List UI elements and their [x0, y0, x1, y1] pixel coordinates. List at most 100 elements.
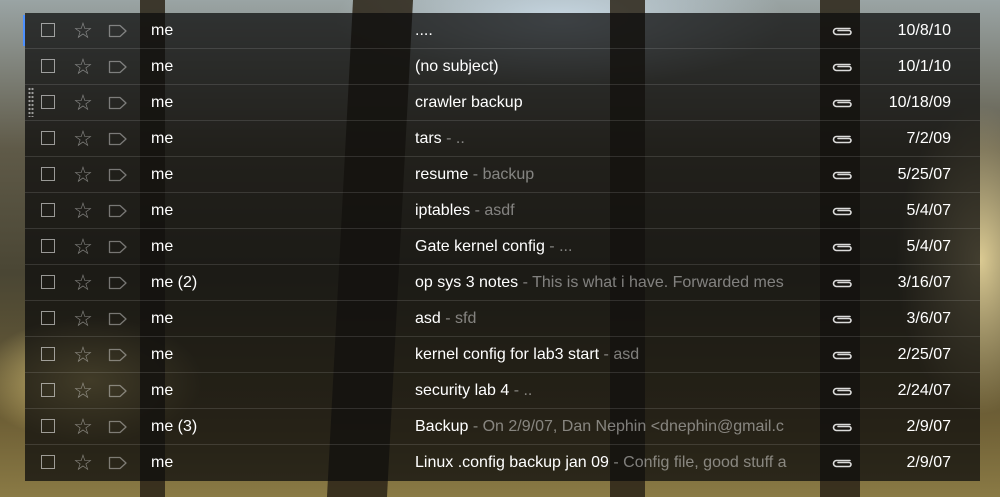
- label-tag-icon[interactable]: [108, 168, 128, 182]
- message-row[interactable]: ☆ me (3) Backup - On 2/9/07, Dan Nephin <d…: [25, 409, 980, 445]
- label-tag-icon[interactable]: [108, 96, 128, 110]
- checkbox-icon[interactable]: [41, 455, 55, 469]
- message-row[interactable]: ☆ me resume - backup 5/25/07: [25, 157, 980, 193]
- label-tag-icon[interactable]: [108, 384, 128, 398]
- star-icon[interactable]: ☆: [71, 199, 95, 223]
- message-date: 2/9/07: [906, 454, 951, 471]
- snippet-text: - asd: [599, 346, 640, 363]
- label-tag-icon[interactable]: [108, 204, 128, 218]
- sender-name: me: [151, 238, 174, 255]
- label-tag-icon[interactable]: [108, 348, 128, 362]
- paperclip-icon: [830, 455, 854, 471]
- subject-text: iptables: [415, 202, 471, 219]
- label-tag-icon[interactable]: [108, 24, 128, 38]
- paperclip-icon: [830, 239, 854, 255]
- snippet-text: - asdf: [470, 202, 515, 219]
- paperclip-icon: [830, 59, 854, 75]
- subject-text: ....: [415, 22, 433, 39]
- message-row[interactable]: ☆ me (2) op sys 3 notes - This is what i h…: [25, 265, 980, 301]
- subject-text: security lab 4: [415, 382, 510, 399]
- checkbox-icon[interactable]: [41, 347, 55, 361]
- star-icon[interactable]: ☆: [71, 307, 95, 331]
- star-icon[interactable]: ☆: [71, 379, 95, 403]
- paperclip-icon: [830, 203, 854, 219]
- checkbox-icon[interactable]: [41, 419, 55, 433]
- message-row[interactable]: ☆ me asd - sfd 3/6/07: [25, 301, 980, 337]
- message-row[interactable]: ☆ me kernel config for lab3 start - asd 2/2…: [25, 337, 980, 373]
- snippet-text: - Config file, good stuff a: [608, 454, 787, 471]
- checkbox-icon[interactable]: [41, 239, 55, 253]
- snippet-text: - ..: [509, 382, 533, 399]
- message-date: 10/18/09: [888, 94, 951, 111]
- checkbox-icon[interactable]: [41, 311, 55, 325]
- checkbox-icon[interactable]: [41, 23, 55, 37]
- message-row[interactable]: ☆ me Gate kernel config - ... 5/4/07: [25, 229, 980, 265]
- message-row[interactable]: ☆ me (no subject) 10/1/10: [25, 49, 980, 85]
- sender-name: me: [151, 310, 174, 327]
- label-tag-icon[interactable]: [108, 132, 128, 146]
- label-tag-icon[interactable]: [108, 60, 128, 74]
- paperclip-icon: [830, 347, 854, 363]
- checkbox-icon[interactable]: [41, 383, 55, 397]
- label-tag-icon[interactable]: [108, 312, 128, 326]
- subject-line: tars - ..: [415, 121, 821, 156]
- subject-line: crawler backup: [415, 85, 821, 120]
- message-date: 10/8/10: [897, 22, 951, 39]
- message-date: 3/16/07: [897, 274, 951, 291]
- star-icon[interactable]: ☆: [71, 127, 95, 151]
- paperclip-icon: [830, 275, 854, 291]
- message-row[interactable]: ☆ me iptables - asdf 5/4/07: [25, 193, 980, 229]
- sender-name: me: [151, 94, 174, 111]
- checkbox-icon[interactable]: [41, 167, 55, 181]
- label-tag-icon[interactable]: [108, 240, 128, 254]
- label-tag-icon[interactable]: [108, 456, 128, 470]
- sender-name: me (3): [151, 418, 198, 435]
- star-icon[interactable]: ☆: [71, 451, 95, 475]
- sender-name: me: [151, 22, 174, 39]
- star-icon[interactable]: ☆: [71, 343, 95, 367]
- subject-text: asd: [415, 310, 441, 327]
- subject-line: resume - backup: [415, 157, 821, 192]
- star-icon[interactable]: ☆: [71, 271, 95, 295]
- message-row[interactable]: ☆ me Linux .config backup jan 09 - Config …: [25, 445, 980, 481]
- star-icon[interactable]: ☆: [71, 55, 95, 79]
- sender-name: me: [151, 202, 174, 219]
- message-row[interactable]: ☆ me.... 10/8/10: [23, 13, 980, 49]
- star-icon[interactable]: ☆: [71, 235, 95, 259]
- star-icon[interactable]: ☆: [71, 19, 95, 43]
- message-date: 10/1/10: [897, 58, 951, 75]
- label-tag-icon[interactable]: [108, 420, 128, 434]
- star-icon[interactable]: ☆: [71, 91, 95, 115]
- paperclip-icon: [830, 311, 854, 327]
- subject-text: (no subject): [415, 58, 499, 75]
- star-icon[interactable]: ☆: [71, 415, 95, 439]
- paperclip-icon: [830, 419, 854, 435]
- star-icon[interactable]: ☆: [71, 163, 95, 187]
- subject-line: ....: [415, 13, 821, 48]
- subject-line: op sys 3 notes - This is what i have. Fo…: [415, 265, 821, 300]
- message-date: 7/2/09: [906, 130, 951, 147]
- paperclip-icon: [830, 131, 854, 147]
- message-row[interactable]: ☆ me tars - .. 7/2/09: [25, 121, 980, 157]
- subject-text: tars: [415, 130, 442, 147]
- message-row[interactable]: ☆ me crawler backup 10/18/09: [25, 85, 980, 121]
- message-list: ☆ me.... 10/8/10 ☆ me (no subject) 10/1/10 ☆ me c…: [23, 13, 980, 481]
- snippet-text: - ..: [441, 130, 465, 147]
- checkbox-icon[interactable]: [41, 59, 55, 73]
- subject-line: iptables - asdf: [415, 193, 821, 228]
- subject-line: (no subject): [415, 49, 821, 84]
- sender-name: me: [151, 166, 174, 183]
- checkbox-icon[interactable]: [41, 95, 55, 109]
- message-date: 2/24/07: [897, 382, 951, 399]
- sender-name: me: [151, 382, 174, 399]
- checkbox-icon[interactable]: [41, 275, 55, 289]
- checkbox-icon[interactable]: [41, 131, 55, 145]
- drag-handle-icon[interactable]: [28, 87, 34, 117]
- paperclip-icon: [830, 95, 854, 111]
- subject-text: Linux .config backup jan 09: [415, 454, 609, 471]
- checkbox-icon[interactable]: [41, 203, 55, 217]
- message-row[interactable]: ☆ me security lab 4 - .. 2/24/07: [25, 373, 980, 409]
- label-tag-icon[interactable]: [108, 276, 128, 290]
- message-date: 3/6/07: [906, 310, 951, 327]
- message-date: 2/9/07: [906, 418, 951, 435]
